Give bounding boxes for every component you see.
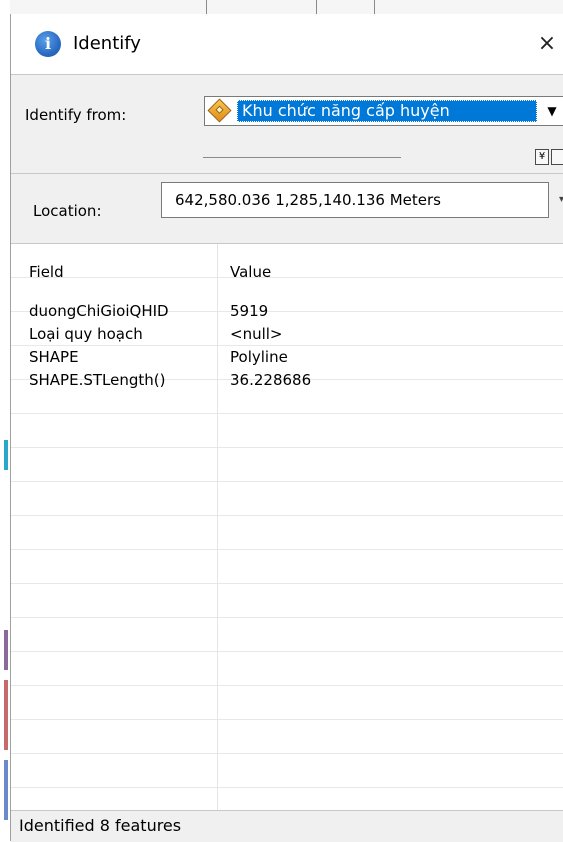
background-map-edge — [0, 0, 10, 841]
selected-layer: Khu chức năng cấp huyện — [237, 100, 537, 122]
status-bar: Identified 8 features — [11, 810, 563, 842]
field-cell: SHAPE — [29, 348, 79, 366]
value-cell: <null> — [230, 325, 283, 343]
window-title: Identify — [73, 33, 141, 54]
identify-from-label: Identify from: — [25, 106, 127, 124]
collapse-icon: ¥ — [538, 151, 546, 162]
identify-window: i Identify × Identify from: Khu chức năn… — [10, 14, 563, 842]
collapse-button[interactable]: ¥ — [535, 149, 549, 165]
location-separator — [11, 173, 563, 174]
table-row[interactable]: duongChiGioiQHID 5919 — [11, 300, 563, 322]
close-button[interactable]: × — [530, 28, 563, 60]
value-cell: Polyline — [230, 348, 288, 366]
field-cell: duongChiGioiQHID — [29, 302, 169, 320]
title-bar: i Identify × — [11, 14, 563, 74]
options-button[interactable] — [551, 149, 563, 165]
value-column-header[interactable]: Value — [230, 262, 271, 282]
close-icon: × — [537, 31, 557, 56]
table-row[interactable]: SHAPE Polyline — [11, 346, 563, 368]
toolbar-divider — [203, 157, 401, 158]
title-separator — [11, 74, 563, 75]
table-row[interactable]: Loại quy hoạch <null> — [11, 323, 563, 345]
dropdown-arrow-icon[interactable]: ▼ — [539, 98, 563, 124]
value-cell: 5919 — [230, 302, 269, 320]
value-cell: 36.228686 — [230, 371, 312, 389]
info-icon: i — [35, 31, 61, 57]
table-row[interactable]: SHAPE.STLength() 36.228686 — [11, 369, 563, 391]
field-cell: Loại quy hoạch — [29, 325, 143, 343]
field-column-header[interactable]: Field — [29, 262, 64, 282]
status-text: Identified 8 features — [19, 816, 182, 835]
identify-from-dropdown[interactable]: Khu chức năng cấp huyện ▼ — [204, 96, 563, 126]
location-field[interactable]: 642,580.036 1,285,140.136 Meters — [161, 182, 549, 218]
layer-diamond-icon — [207, 98, 232, 123]
location-label: Location: — [33, 202, 102, 220]
location-menu-icon[interactable]: ▾ — [559, 194, 563, 205]
background-map-strip — [0, 0, 563, 14]
field-cell: SHAPE.STLength() — [29, 371, 166, 389]
attribute-grid: Field Value duongChiGioiQHID 5919 Loại q… — [11, 243, 563, 811]
